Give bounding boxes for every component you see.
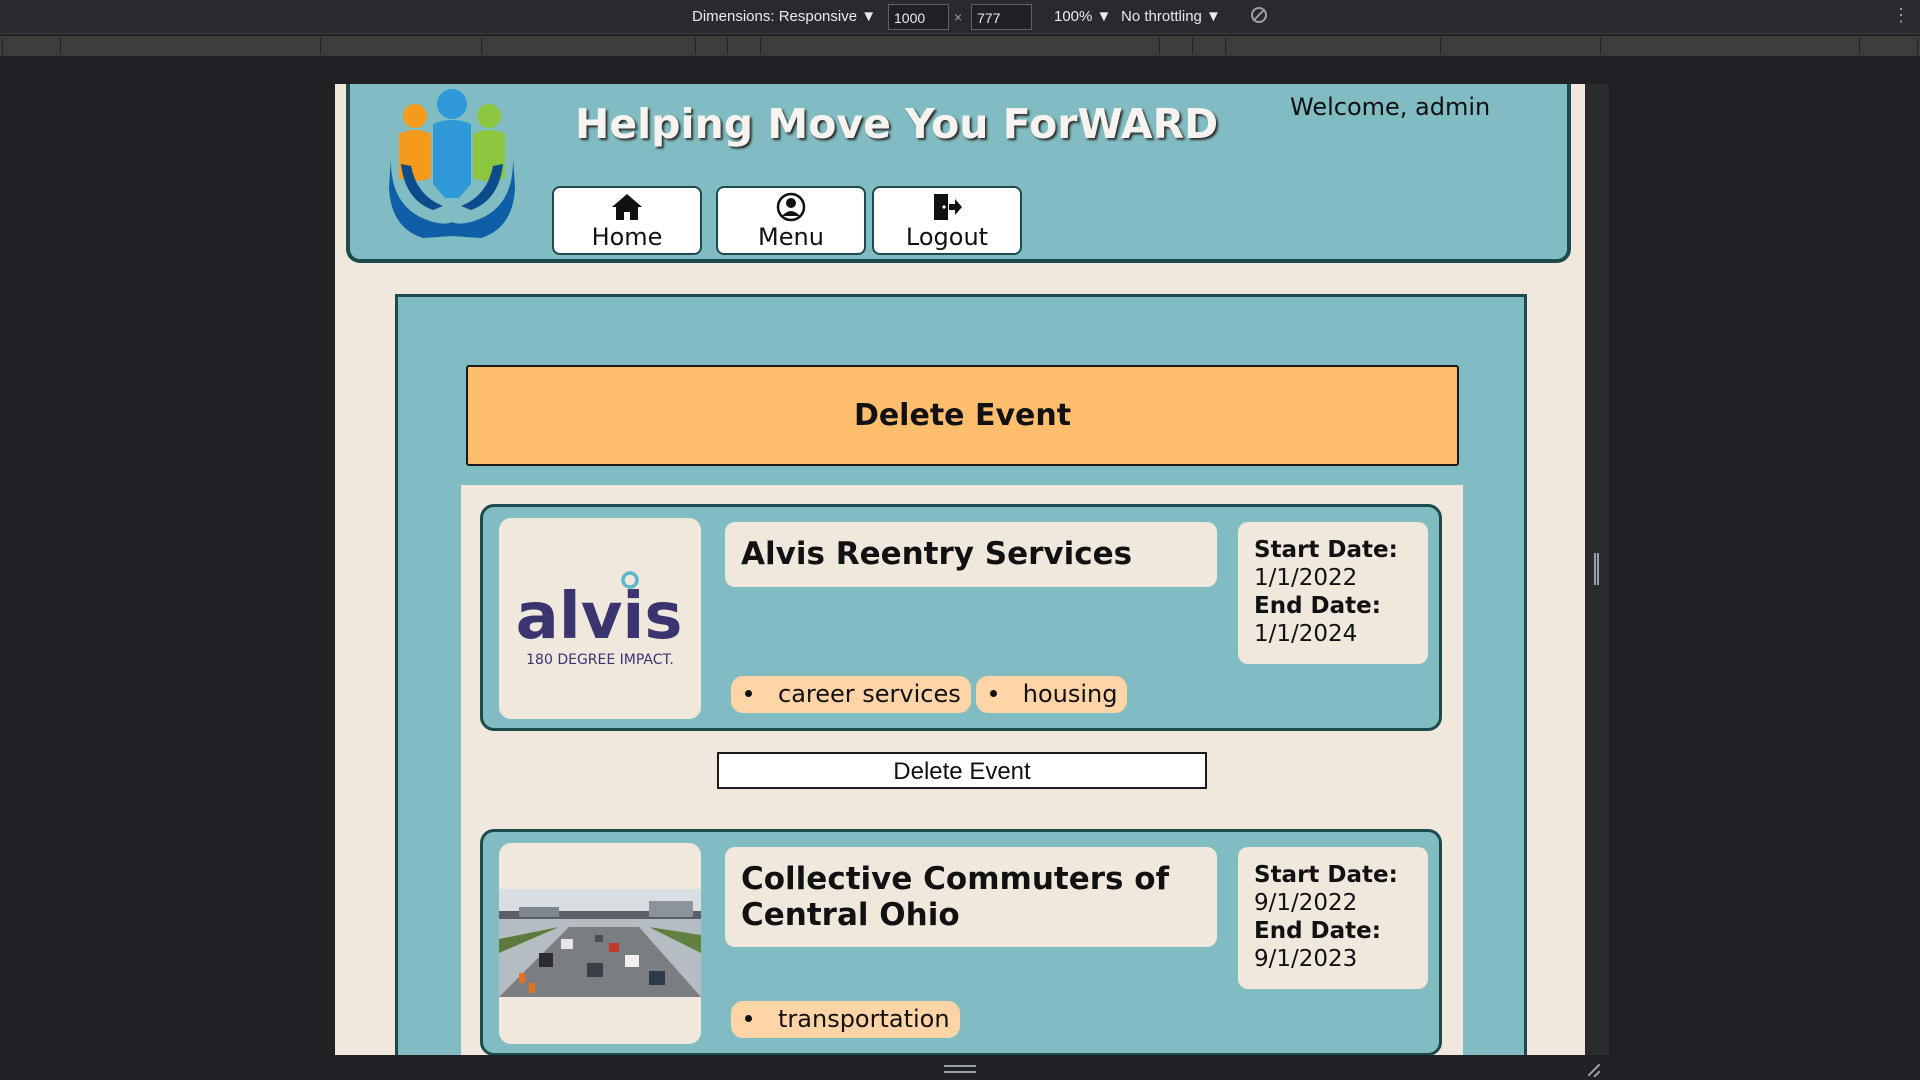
logout-button[interactable]: Logout <box>872 186 1022 255</box>
menu-button-label: Menu <box>758 223 824 251</box>
viewport-height-resize-handle[interactable] <box>944 1065 976 1073</box>
community-hands-logo <box>389 89 515 238</box>
main-panel: Delete Event alvis 180 DEGREE IMPACT. Al… <box>395 294 1527 1055</box>
event-tag: housing <box>975 676 1128 713</box>
event-tags: transportation <box>731 1001 965 1038</box>
page-heading: Delete Event <box>466 365 1459 466</box>
bullet-icon <box>989 689 997 697</box>
tag-label: housing <box>1022 680 1118 708</box>
dimensions-times-sign: × <box>954 9 963 25</box>
end-date-label: End Date: <box>1254 593 1381 619</box>
logout-icon <box>934 194 962 220</box>
start-date-label: Start Date: <box>1254 862 1398 888</box>
event-card: Collective Commuters of Central Ohio Sta… <box>480 829 1442 1055</box>
throttling-dropdown[interactable]: No throttling ▼ <box>1121 7 1221 27</box>
end-date-value: 9/1/2023 <box>1254 946 1358 972</box>
rotate-icon[interactable] <box>1251 7 1267 23</box>
start-date-value: 1/1/2022 <box>1254 565 1358 591</box>
dimensions-dropdown[interactable]: Dimensions: Responsive ▼ <box>692 7 876 27</box>
event-title-box: Alvis Reentry Services <box>725 522 1217 587</box>
welcome-message: Welcome, admin <box>1290 93 1491 121</box>
event-tag: career services <box>731 676 971 713</box>
devtools-device-toolbar: Dimensions: Responsive ▼ 1000 × 777 100%… <box>0 0 1920 34</box>
alvis-tagline: 180 DEGREE IMPACT. <box>526 652 674 668</box>
end-date-value: 1/1/2024 <box>1254 621 1358 647</box>
site-header: Helping Move You ForWARD Welcome, admin … <box>346 84 1571 263</box>
home-button[interactable]: Home <box>552 186 702 255</box>
event-list: alvis 180 DEGREE IMPACT. Alvis Reentry S… <box>461 485 1463 1055</box>
bullet-icon <box>745 689 752 697</box>
menu-button[interactable]: Menu <box>716 186 866 255</box>
viewport-corner-resize-handle[interactable] <box>1586 1062 1602 1078</box>
viewport-width-input[interactable]: 1000 <box>888 4 949 30</box>
event-logo: alvis 180 DEGREE IMPACT. <box>499 518 701 719</box>
event-title: Alvis Reentry Services <box>741 536 1133 572</box>
media-query-ruler[interactable] <box>0 36 1920 56</box>
home-button-label: Home <box>591 223 663 251</box>
alvis-wordmark: alvis <box>516 580 683 654</box>
event-card: alvis 180 DEGREE IMPACT. Alvis Reentry S… <box>480 504 1442 731</box>
bullet-icon <box>745 1014 752 1022</box>
alvis-logo: alvis 180 DEGREE IMPACT. <box>516 571 683 668</box>
event-title-box: Collective Commuters of Central Ohio <box>725 847 1217 947</box>
event-tag: transportation <box>731 1001 960 1038</box>
viewport-width-resize-handle[interactable] <box>1594 553 1599 585</box>
highway-traffic-photo <box>499 889 701 997</box>
user-circle-icon <box>776 192 806 222</box>
event-title: Collective Commuters of Central Ohio <box>741 861 1170 933</box>
tag-label: career services <box>778 680 961 708</box>
tag-label: transportation <box>778 1005 950 1033</box>
more-options-icon[interactable]: ⋮ <box>1892 6 1910 24</box>
end-date-label: End Date: <box>1254 918 1381 944</box>
home-icon <box>612 194 642 220</box>
viewport-height-input[interactable]: 777 <box>971 4 1032 30</box>
zoom-dropdown[interactable]: 100% ▼ <box>1054 7 1111 27</box>
delete-event-button[interactable]: Delete Event <box>717 752 1207 789</box>
start-date-value: 9/1/2022 <box>1254 890 1358 916</box>
event-dates: Start Date: 9/1/2022 End Date: 9/1/2023 <box>1238 847 1428 989</box>
event-photo <box>499 843 701 1044</box>
event-tags: career services housing <box>731 676 1132 713</box>
start-date-label: Start Date: <box>1254 537 1398 563</box>
site-title: Helping Move You ForWARD <box>575 100 1219 148</box>
page-viewport: Helping Move You ForWARD Welcome, admin … <box>335 84 1585 1055</box>
logout-button-label: Logout <box>905 223 989 251</box>
event-dates: Start Date: 1/1/2022 End Date: 1/1/2024 <box>1238 522 1428 664</box>
